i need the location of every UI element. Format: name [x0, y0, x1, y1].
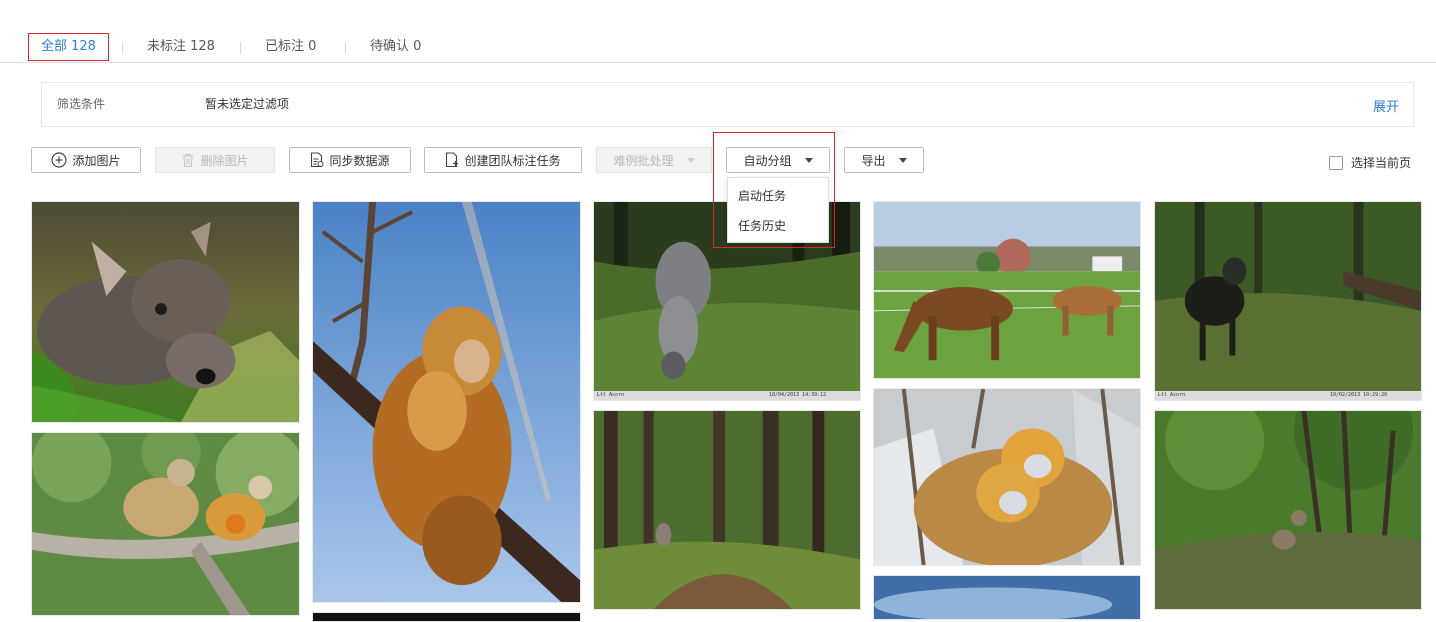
- trash-icon: [183, 153, 194, 167]
- delete-image-label: 删除图片: [200, 153, 249, 168]
- tab-bar: 全部 128 未标注 128 已标注 0 待确认 0: [0, 30, 1436, 63]
- chevron-down-icon: [686, 157, 695, 163]
- tab-divider: [345, 42, 346, 54]
- export-dropdown[interactable]: 导出: [844, 147, 924, 173]
- auto-group-label: 自动分组: [743, 153, 792, 168]
- deer-thumbnail: [32, 202, 299, 422]
- document-sync-icon: [311, 152, 324, 168]
- tab-divider: [240, 42, 241, 54]
- image-tile-monkeys-branch[interactable]: [31, 432, 300, 616]
- plus-circle-icon: [51, 152, 68, 168]
- add-image-label: 添加图片: [72, 153, 121, 168]
- auto-group-dropdown[interactable]: 自动分组: [726, 147, 830, 173]
- snub-nosed-monkeys-thumbnail: [874, 389, 1140, 565]
- hard-example-batch-label: 难例批处理: [613, 153, 674, 168]
- camera-brand: Ltl Acorn: [597, 392, 625, 398]
- sky-thumbnail: [874, 576, 1140, 619]
- camera-info-strip: Ltl Acorn 10/02/2013 10:29:20: [1155, 391, 1421, 400]
- image-tile-forest-deer[interactable]: [1154, 410, 1422, 610]
- camera-timestamp: 10/02/2013 10:29:20: [1330, 392, 1388, 398]
- chevron-down-icon: [898, 157, 907, 163]
- tab-pending[interactable]: 待确认 0: [370, 33, 421, 61]
- select-page-checkbox[interactable]: [1329, 155, 1343, 170]
- chevron-down-icon: [804, 157, 813, 163]
- hard-example-batch-button[interactable]: 难例批处理: [596, 147, 712, 173]
- filter-label: 筛选条件: [57, 97, 106, 111]
- export-label: 导出: [861, 153, 886, 168]
- create-team-task-button[interactable]: 创建团队标注任务: [424, 147, 582, 173]
- create-team-task-label: 创建团队标注任务: [464, 153, 561, 168]
- camera-trap-serow-thumbnail: [1155, 202, 1421, 400]
- menu-item-start-task[interactable]: 启动任务: [728, 181, 828, 211]
- image-tile-partial[interactable]: [312, 612, 581, 622]
- select-page-label: 选择当前页: [1351, 156, 1412, 170]
- forest-deer-thumbnail: [1155, 411, 1421, 609]
- sync-datasource-label: 同步数据源: [329, 153, 390, 168]
- horses-thumbnail: [874, 202, 1140, 378]
- filter-expand-link[interactable]: 展开: [1373, 96, 1399, 115]
- tab-all[interactable]: 全部 128: [28, 33, 109, 61]
- image-tile-forest-path[interactable]: [593, 410, 861, 610]
- image-tile-sky[interactable]: [873, 575, 1141, 620]
- delete-image-button[interactable]: 删除图片: [155, 147, 275, 173]
- image-tile-camera-serow[interactable]: Ltl Acorn 10/02/2013 10:29:20: [1154, 201, 1422, 401]
- image-tile-deer[interactable]: [31, 201, 300, 423]
- tab-labeled[interactable]: 已标注 0: [265, 33, 316, 61]
- add-image-button[interactable]: 添加图片: [31, 147, 141, 173]
- tab-unlabeled[interactable]: 未标注 128: [147, 33, 215, 61]
- monkeys-thumbnail: [32, 433, 299, 615]
- document-add-icon: [446, 152, 459, 168]
- tab-divider: [122, 42, 123, 54]
- forest-thumbnail: [594, 411, 860, 609]
- filter-value: 暂未选定过滤项: [205, 97, 290, 111]
- camera-brand: Ltl Acorn: [1158, 392, 1186, 398]
- image-tile-snub-nosed-monkeys[interactable]: [873, 388, 1141, 566]
- camera-info-strip: Ltl Acorn 10/04/2013 14:39:12: [594, 391, 860, 400]
- menu-item-task-history[interactable]: 任务历史: [728, 211, 828, 241]
- auto-group-menu: 启动任务 任务历史: [727, 177, 829, 243]
- image-tile-golden-monkey[interactable]: [312, 201, 581, 603]
- camera-timestamp: 10/04/2013 14:39:12: [769, 392, 827, 398]
- golden-monkey-thumbnail: [313, 202, 580, 602]
- image-tile-horses[interactable]: [873, 201, 1141, 379]
- sync-datasource-button[interactable]: 同步数据源: [289, 147, 411, 173]
- select-current-page[interactable]: 选择当前页: [1329, 154, 1411, 171]
- filter-panel: 筛选条件 暂未选定过滤项 展开: [41, 82, 1414, 127]
